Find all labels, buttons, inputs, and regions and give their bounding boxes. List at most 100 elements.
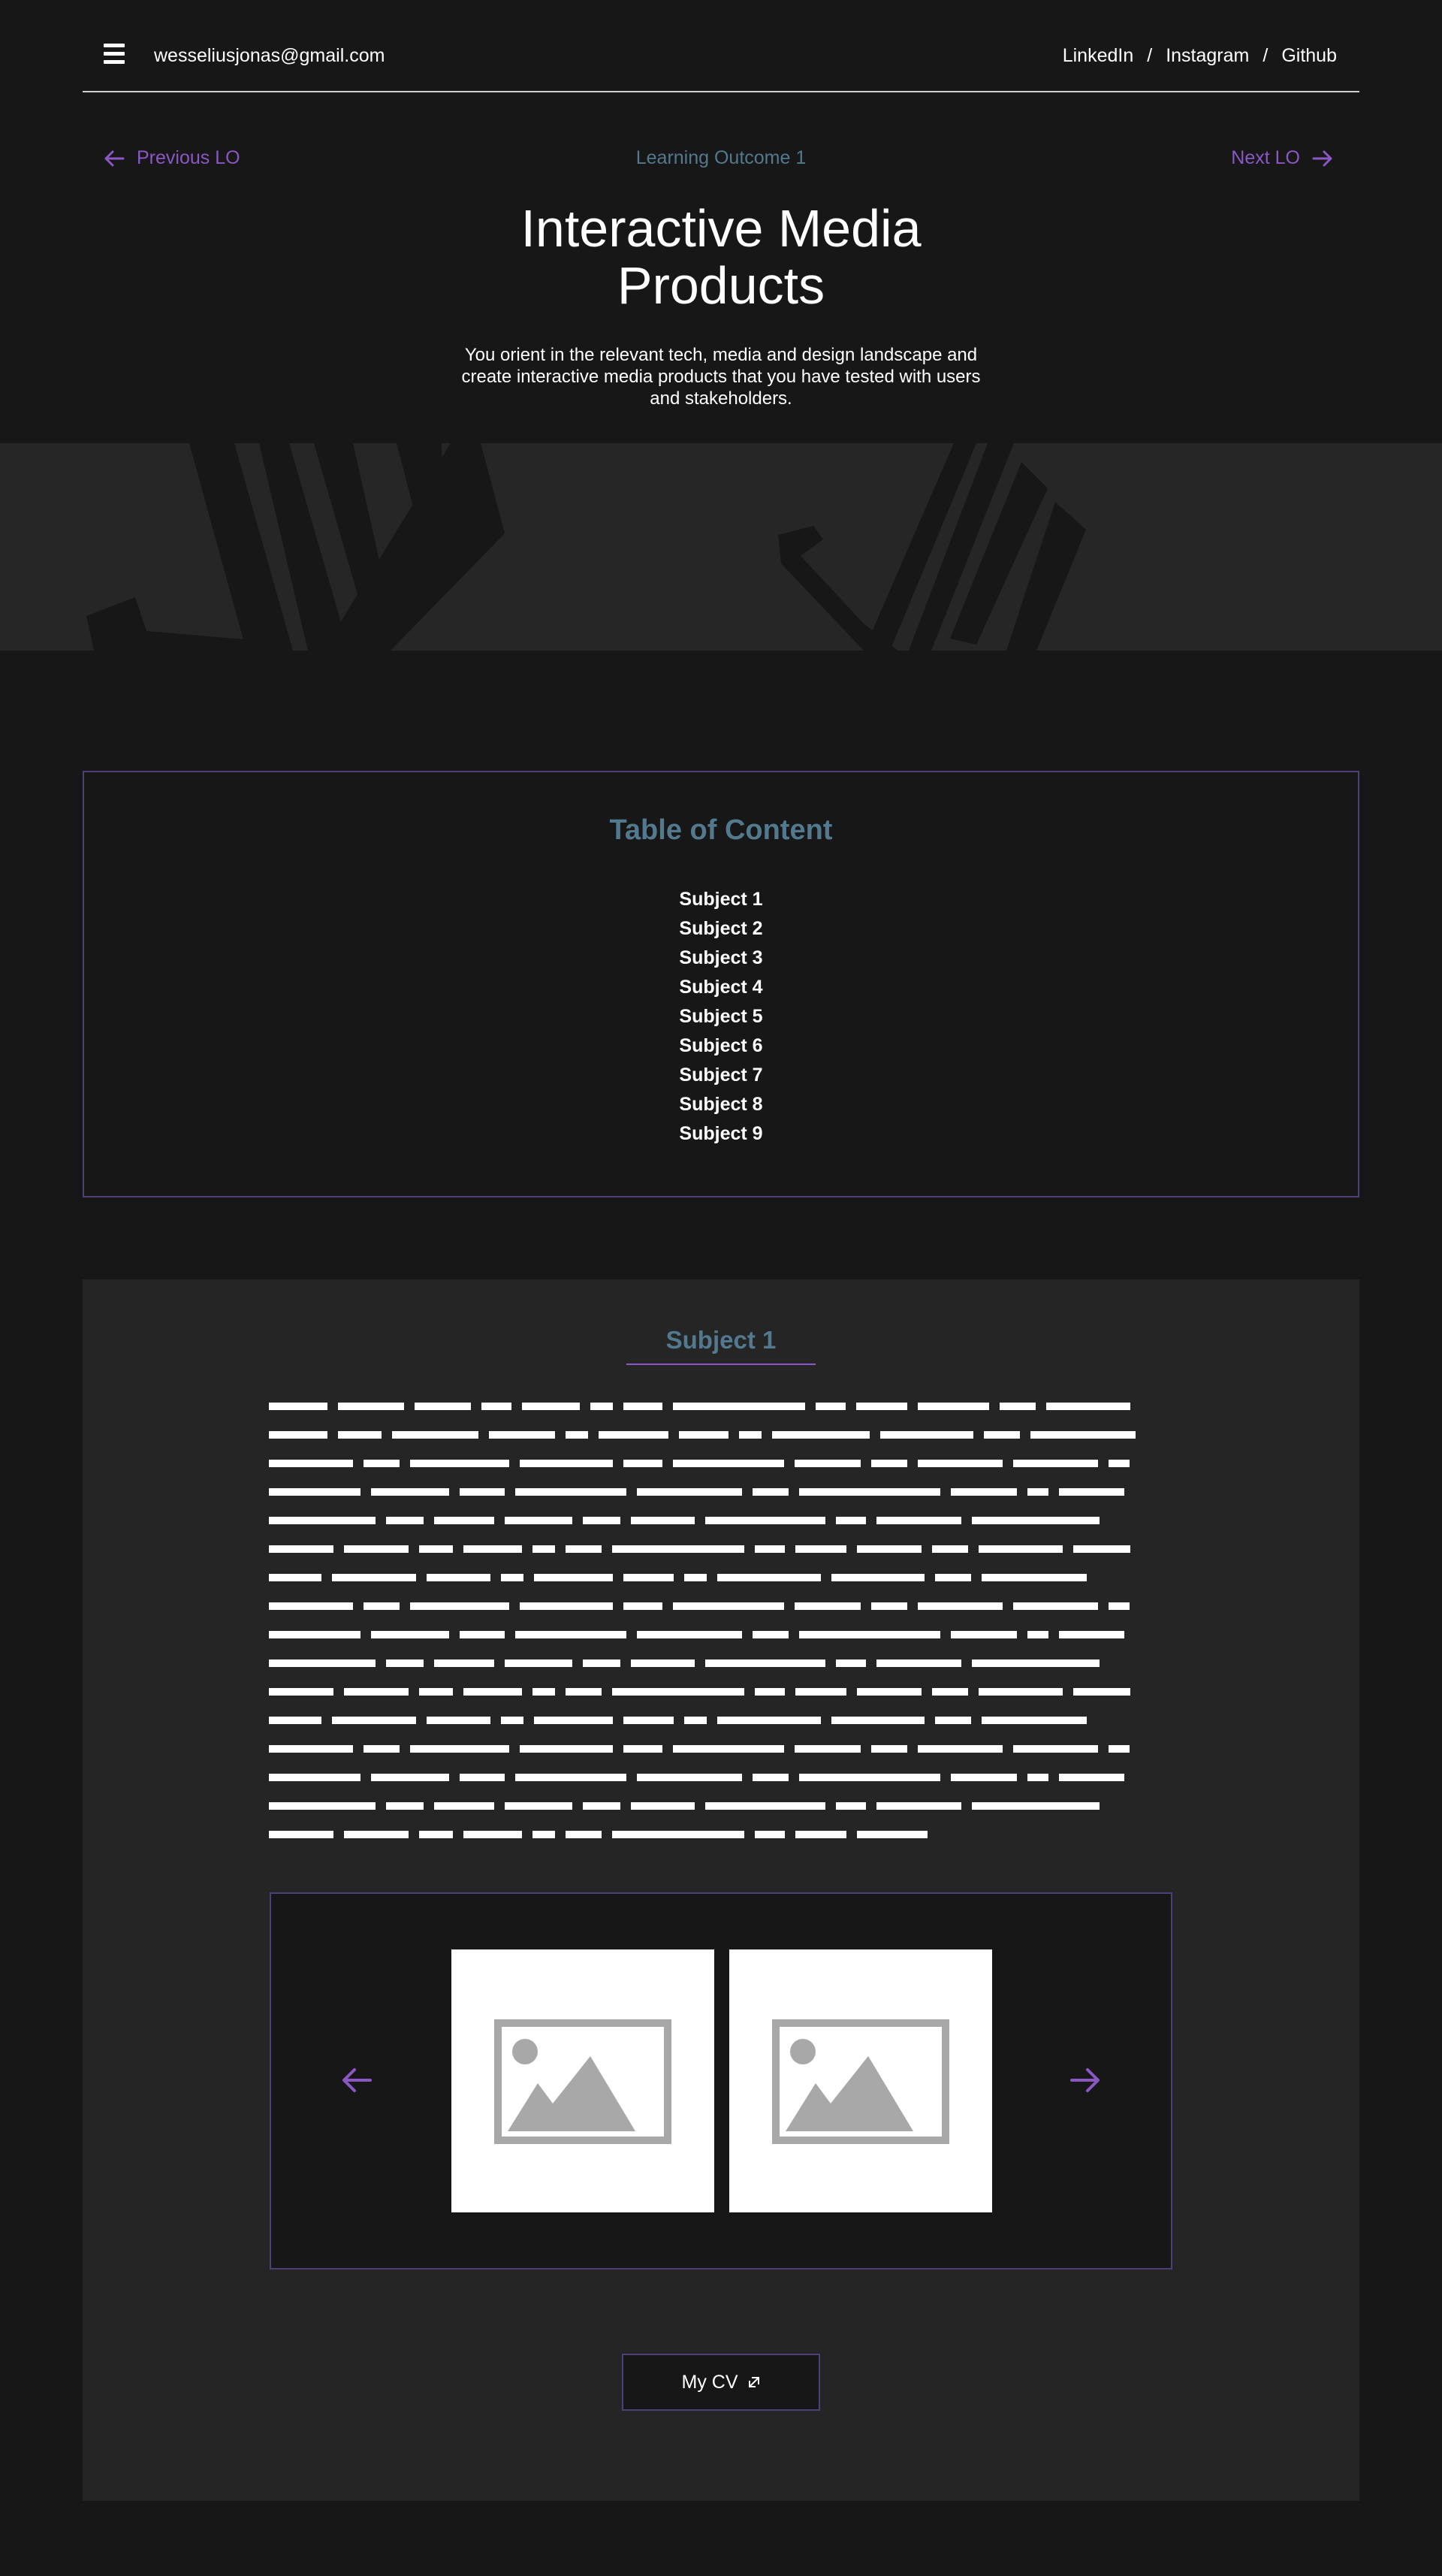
learning-outcome-nav: Learning Outcome 1 Previous LO Next LO <box>83 147 1359 177</box>
github-link[interactable]: Github <box>1281 45 1337 67</box>
decorative-banner <box>0 443 1442 651</box>
toc-item-subject-8[interactable]: Subject 8 <box>84 1090 1358 1119</box>
subject-section: Subject 1 My CV <box>83 1279 1359 2501</box>
text-placeholder-bar <box>799 1774 940 1781</box>
text-placeholder-bar <box>566 1545 602 1553</box>
text-placeholder-bar <box>566 1431 588 1439</box>
text-placeholder-bar <box>501 1717 523 1724</box>
my-cv-label: My CV <box>681 2371 738 2393</box>
text-placeholder-bar <box>755 1688 785 1696</box>
text-placeholder-bar <box>410 1602 509 1610</box>
text-placeholder-bar <box>623 1460 662 1467</box>
text-placeholder-bar <box>623 1403 662 1410</box>
email-link[interactable]: wesseliusjonas@gmail.com <box>154 45 385 67</box>
text-placeholder-bar <box>364 1745 400 1753</box>
text-placeholder-bar <box>717 1717 821 1724</box>
toc-item-subject-5[interactable]: Subject 5 <box>84 1002 1358 1031</box>
carousel-slide[interactable] <box>451 1949 714 2212</box>
next-lo-label: Next LO <box>1231 147 1300 168</box>
carousel-prev-arrow-icon[interactable] <box>340 2064 373 2097</box>
text-placeholder-bar <box>684 1574 707 1581</box>
learning-outcome-label: Learning Outcome 1 <box>635 147 807 168</box>
text-placeholder-bar <box>386 1659 424 1667</box>
text-placeholder-bar <box>532 1688 555 1696</box>
text-placeholder-bar <box>463 1831 522 1838</box>
text-placeholder-bar <box>520 1745 613 1753</box>
text-placeholder-bar <box>705 1517 825 1524</box>
text-placeholder-bar <box>705 1659 825 1667</box>
text-placeholder-bar <box>520 1602 613 1610</box>
text-placeholder-bar <box>836 1659 866 1667</box>
text-placeholder-bar <box>816 1403 846 1410</box>
text-placeholder-bar <box>795 1831 846 1838</box>
text-placeholder-bar <box>972 1659 1100 1667</box>
toc-item-subject-7[interactable]: Subject 7 <box>84 1061 1358 1090</box>
text-placeholder-bar <box>1027 1631 1048 1638</box>
toc-item-subject-3[interactable]: Subject 3 <box>84 944 1358 973</box>
text-placeholder-bar <box>1030 1431 1136 1439</box>
text-placeholder-bar <box>520 1460 613 1467</box>
text-placeholder-bar <box>344 1545 409 1553</box>
text-placeholder-bar <box>918 1745 1003 1753</box>
external-link-icon <box>748 2377 759 2387</box>
text-placeholder-bar <box>460 1488 505 1496</box>
text-placeholder-bar <box>795 1545 846 1553</box>
next-lo-link[interactable]: Next LO <box>1231 147 1333 169</box>
text-placeholder-bar <box>1059 1488 1124 1496</box>
text-placeholder-bar <box>269 1517 376 1524</box>
linkedin-link[interactable]: LinkedIn <box>1063 45 1134 67</box>
text-placeholder-bar <box>269 1602 353 1610</box>
my-cv-button[interactable]: My CV <box>622 2354 820 2411</box>
text-placeholder-bar <box>1109 1460 1130 1467</box>
text-placeholder-bar <box>269 1631 360 1638</box>
text-placeholder-bar <box>612 1831 744 1838</box>
text-placeholder-bar <box>1059 1631 1124 1638</box>
text-placeholder-bar <box>982 1717 1087 1724</box>
text-placeholder-bar <box>1027 1774 1048 1781</box>
subject-title-underline <box>626 1363 816 1365</box>
placeholder-text-block <box>269 1403 1136 1838</box>
text-placeholder-bar <box>364 1460 400 1467</box>
text-placeholder-bar <box>631 1517 695 1524</box>
text-placeholder-bar <box>583 1517 620 1524</box>
text-placeholder-bar <box>269 1431 327 1439</box>
text-placeholder-bar <box>269 1774 360 1781</box>
text-placeholder-bar <box>1013 1602 1098 1610</box>
text-placeholder-bar <box>410 1460 509 1467</box>
text-placeholder-bar <box>935 1717 971 1724</box>
carousel-slide[interactable] <box>729 1949 992 2212</box>
toc-item-subject-1[interactable]: Subject 1 <box>84 885 1358 914</box>
carousel-next-arrow-icon[interactable] <box>1069 2064 1102 2097</box>
toc-item-subject-4[interactable]: Subject 4 <box>84 973 1358 1002</box>
text-placeholder-bar <box>344 1831 409 1838</box>
text-placeholder-bar <box>566 1831 602 1838</box>
text-placeholder-bar <box>269 1659 376 1667</box>
text-placeholder-bar <box>419 1545 453 1553</box>
text-placeholder-bar <box>673 1602 784 1610</box>
subject-title: Subject 1 <box>665 1326 777 1354</box>
text-placeholder-bar <box>386 1517 424 1524</box>
toc-item-subject-6[interactable]: Subject 6 <box>84 1031 1358 1061</box>
instagram-link[interactable]: Instagram <box>1166 45 1249 67</box>
text-placeholder-bar <box>505 1659 572 1667</box>
text-placeholder-bar <box>753 1631 789 1638</box>
text-placeholder-bar <box>583 1802 620 1810</box>
toc-item-subject-2[interactable]: Subject 2 <box>84 914 1358 944</box>
text-placeholder-bar <box>684 1717 707 1724</box>
text-placeholder-bar <box>935 1574 971 1581</box>
image-placeholder-icon <box>494 2019 671 2144</box>
text-placeholder-bar <box>795 1460 861 1467</box>
text-placeholder-bar <box>799 1488 940 1496</box>
text-placeholder-bar <box>410 1745 509 1753</box>
text-placeholder-bar <box>522 1403 580 1410</box>
text-placeholder-bar <box>932 1545 968 1553</box>
text-placeholder-bar <box>979 1688 1063 1696</box>
text-placeholder-bar <box>857 1831 928 1838</box>
text-placeholder-bar <box>338 1431 382 1439</box>
hamburger-menu-icon[interactable] <box>104 44 125 65</box>
separator: / <box>1263 45 1269 66</box>
previous-lo-link[interactable]: Previous LO <box>104 147 240 169</box>
toc-item-subject-9[interactable]: Subject 9 <box>84 1119 1358 1149</box>
text-placeholder-bar <box>269 1488 360 1496</box>
text-placeholder-bar <box>673 1460 784 1467</box>
